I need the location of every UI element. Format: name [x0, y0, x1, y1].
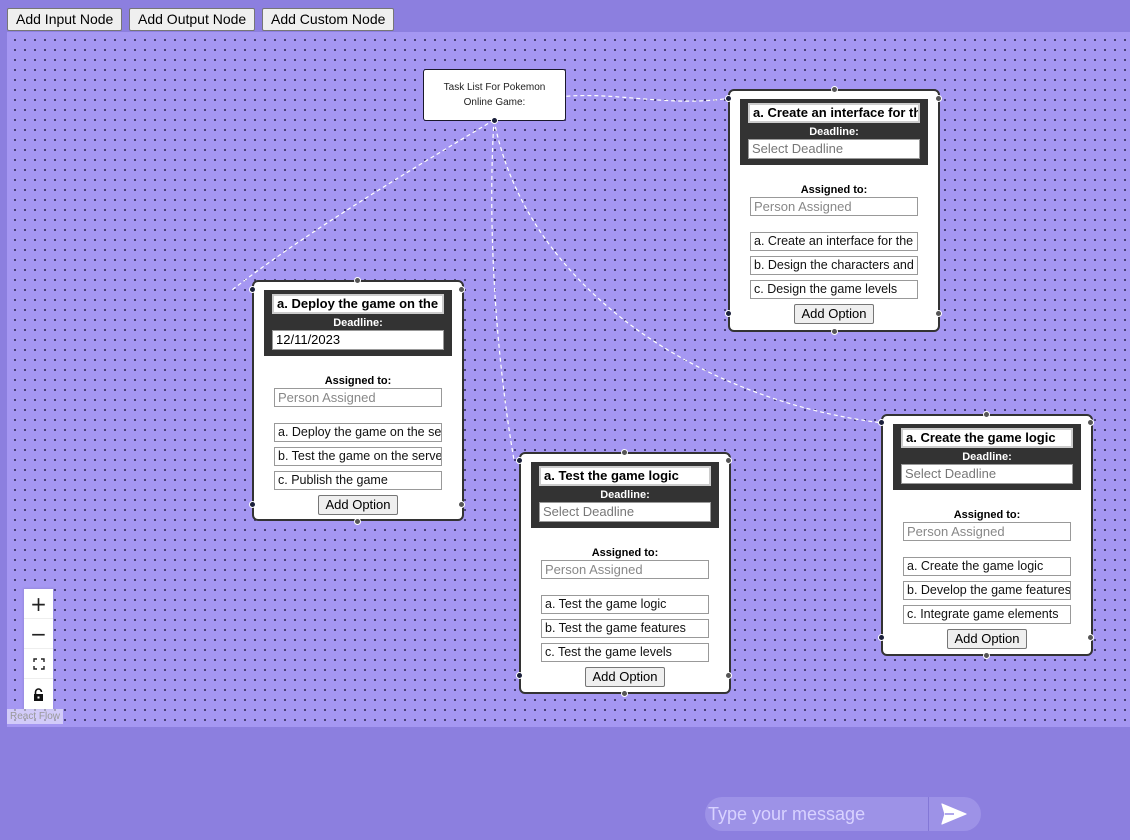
task-node-deploy[interactable]: a. Deploy the game on the s Deadline: 12…: [252, 280, 464, 521]
flow-canvas[interactable]: Task List For Pokemon Online Game: a. De…: [7, 32, 1130, 727]
option-input[interactable]: b. Test the game on the serve: [274, 447, 442, 466]
edge-to-deploy-node: [231, 119, 495, 291]
node-handle[interactable]: [878, 419, 885, 426]
task-node-header: a. Create the game logic Deadline: Selec…: [893, 424, 1081, 490]
deadline-input[interactable]: Select Deadline: [901, 464, 1073, 484]
send-button[interactable]: [929, 797, 979, 831]
minus-icon: −: [30, 621, 47, 646]
deadline-input[interactable]: Select Deadline: [748, 139, 920, 159]
node-handle[interactable]: [983, 411, 990, 418]
option-input[interactable]: b. Test the game features: [541, 619, 709, 638]
assigned-label: Assigned to:: [800, 184, 868, 196]
node-handle[interactable]: [983, 652, 990, 659]
node-handle[interactable]: [249, 501, 256, 508]
assigned-label: Assigned to:: [591, 547, 659, 559]
node-handle[interactable]: [621, 690, 628, 697]
task-node-header: a. Deploy the game on the s Deadline: 12…: [264, 290, 452, 356]
option-input[interactable]: a. Create the game logic: [903, 557, 1071, 576]
task-node-logic[interactable]: a. Create the game logic Deadline: Selec…: [881, 414, 1093, 656]
option-input[interactable]: a. Deploy the game on the se: [274, 423, 442, 442]
task-title-input[interactable]: a. Create an interface for the: [748, 103, 920, 123]
add-custom-node-button[interactable]: Add Custom Node: [262, 8, 395, 31]
chat-bar: Type your message: [705, 797, 981, 831]
option-input[interactable]: c. Integrate game elements: [903, 605, 1071, 624]
task-node-header: a. Create an interface for the Deadline:…: [740, 99, 928, 165]
node-handle[interactable]: [831, 86, 838, 93]
react-flow-attribution[interactable]: React Flow: [7, 709, 64, 724]
option-input[interactable]: b. Develop the game features: [903, 581, 1071, 600]
node-handle[interactable]: [831, 328, 838, 335]
option-input[interactable]: c. Test the game levels: [541, 643, 709, 662]
add-option-button[interactable]: Add Option: [318, 495, 398, 515]
deadline-input[interactable]: 12/11/2023: [272, 330, 444, 350]
task-node-header: a. Test the game logic Deadline: Select …: [531, 462, 719, 528]
task-title-input[interactable]: a. Create the game logic: [901, 428, 1073, 448]
add-output-node-button[interactable]: Add Output Node: [129, 8, 256, 31]
zoom-in-button[interactable]: +: [24, 589, 53, 619]
message-input[interactable]: Type your message: [705, 797, 929, 831]
option-input[interactable]: c. Publish the game: [274, 471, 442, 490]
node-handle[interactable]: [458, 286, 465, 293]
node-handle[interactable]: [354, 518, 361, 525]
fit-view-button[interactable]: [24, 649, 53, 679]
node-handle[interactable]: [1087, 634, 1094, 641]
person-assigned-input[interactable]: Person Assigned: [274, 388, 442, 407]
node-handle[interactable]: [354, 277, 361, 284]
deadline-label: Deadline:: [809, 126, 859, 138]
node-handle[interactable]: [516, 672, 523, 679]
add-option-button[interactable]: Add Option: [585, 667, 665, 687]
deadline-label: Deadline:: [600, 489, 650, 501]
add-option-button[interactable]: Add Option: [947, 629, 1027, 649]
flow-controls: + −: [24, 589, 53, 709]
node-handle[interactable]: [516, 457, 523, 464]
node-handle[interactable]: [249, 286, 256, 293]
assigned-label: Assigned to:: [324, 375, 392, 387]
task-title-input[interactable]: a. Deploy the game on the s: [272, 294, 444, 314]
task-node-interface[interactable]: a. Create an interface for the Deadline:…: [728, 89, 940, 332]
person-assigned-input[interactable]: Person Assigned: [903, 522, 1071, 541]
fit-view-icon: [32, 657, 45, 670]
input-node[interactable]: Task List For Pokemon Online Game:: [423, 69, 566, 121]
deadline-input[interactable]: Select Deadline: [539, 502, 711, 522]
assigned-label: Assigned to:: [953, 509, 1021, 521]
task-node-test[interactable]: a. Test the game logic Deadline: Select …: [519, 452, 731, 694]
node-handle[interactable]: [725, 95, 732, 102]
node-handle[interactable]: [725, 672, 732, 679]
option-input[interactable]: a. Create an interface for the: [750, 232, 918, 251]
node-handle[interactable]: [458, 501, 465, 508]
node-handle[interactable]: [621, 449, 628, 456]
node-handle[interactable]: [725, 457, 732, 464]
deadline-label: Deadline:: [333, 317, 383, 329]
node-handle[interactable]: [725, 310, 732, 317]
plus-icon: +: [30, 591, 47, 616]
send-icon: [941, 803, 967, 825]
input-node-label: Task List For Pokemon Online Game:: [443, 82, 546, 108]
person-assigned-input[interactable]: Person Assigned: [750, 197, 918, 216]
add-input-node-button[interactable]: Add Input Node: [7, 8, 123, 31]
node-handle[interactable]: [878, 634, 885, 641]
node-handle[interactable]: [935, 95, 942, 102]
option-input[interactable]: a. Test the game logic: [541, 595, 709, 614]
deadline-label: Deadline:: [962, 451, 1012, 463]
option-input[interactable]: c. Design the game levels: [750, 280, 918, 299]
input-node-source-handle[interactable]: [491, 117, 498, 124]
node-handle[interactable]: [1087, 419, 1094, 426]
zoom-out-button[interactable]: −: [24, 619, 53, 649]
lock-icon: [34, 687, 43, 701]
edge-to-test-node: [491, 119, 515, 461]
task-title-input[interactable]: a. Test the game logic: [539, 466, 711, 486]
lock-button[interactable]: [24, 679, 53, 709]
add-option-button[interactable]: Add Option: [794, 304, 874, 324]
person-assigned-input[interactable]: Person Assigned: [541, 560, 709, 579]
node-handle[interactable]: [935, 310, 942, 317]
option-input[interactable]: b. Design the characters and: [750, 256, 918, 275]
